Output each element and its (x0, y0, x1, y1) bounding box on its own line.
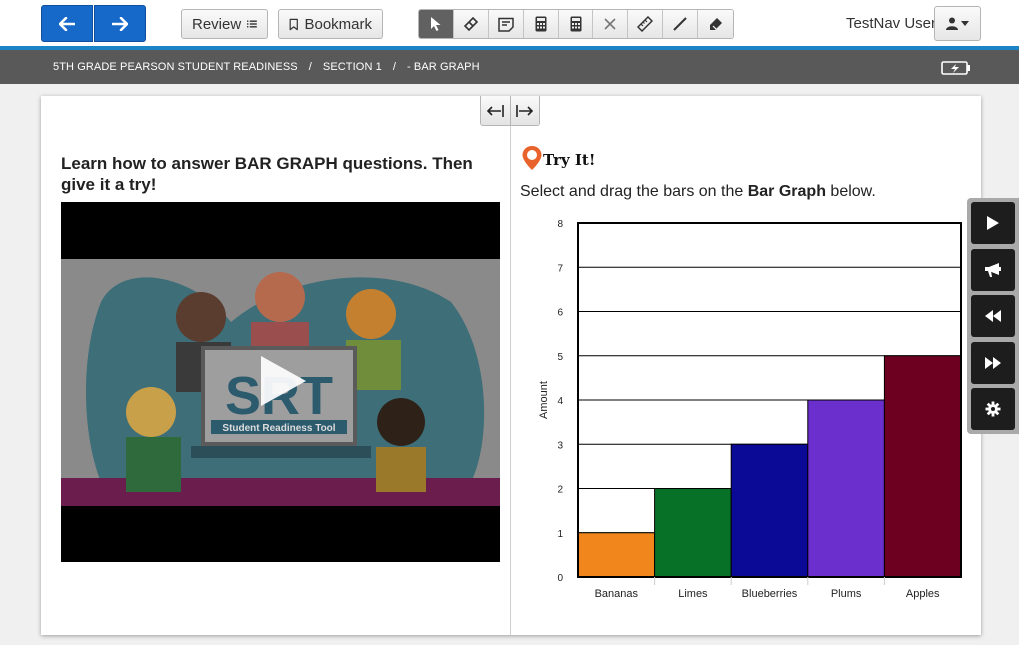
eraser-tool[interactable] (453, 10, 489, 38)
y-tick-label: 5 (557, 352, 563, 363)
settings-button[interactable] (971, 388, 1015, 430)
arrow-right-bar-icon (516, 104, 534, 117)
notepad-icon (497, 17, 514, 32)
calculator-icon (570, 16, 581, 32)
instructions-suffix: below. (825, 183, 876, 200)
video-logo-subtitle: Student Readiness Tool (222, 423, 335, 434)
bar-limes[interactable] (654, 488, 732, 578)
bookmark-button[interactable]: Bookmark (278, 9, 383, 39)
user-menu-button[interactable] (934, 6, 981, 41)
instructions-prefix: Select and drag the bars on the (520, 183, 748, 200)
bar-apples[interactable] (883, 355, 962, 578)
video-thumbnail: SRT Student Readiness Tool (61, 202, 500, 562)
instructions-bold: Bar Graph (747, 183, 826, 200)
breadcrumb-item-test: 5TH GRADE PEARSON STUDENT READINESS (53, 61, 298, 73)
megaphone-icon (985, 262, 1001, 277)
x-tick-label: Limes (678, 588, 708, 600)
breadcrumb-separator: / (308, 61, 312, 73)
review-button[interactable]: Review (181, 9, 268, 39)
y-tick-label: 2 (557, 485, 563, 496)
x-tick-label: Blueberries (742, 588, 798, 600)
fast-forward-icon (985, 356, 1001, 369)
scientific-calculator-tool[interactable] (558, 10, 594, 38)
tryit-title: Try It! (543, 151, 596, 169)
y-tick-label: 6 (557, 308, 563, 319)
tools-group (418, 9, 734, 39)
line-icon (673, 17, 687, 31)
x-tick-label: Apples (906, 588, 940, 600)
bookmark-label: Bookmark (304, 15, 372, 33)
ruler-tool[interactable] (628, 10, 664, 38)
breadcrumb: 5TH GRADE PEARSON STUDENT READINESS / SE… (53, 61, 480, 73)
highlighter-tool[interactable] (698, 10, 733, 38)
arrow-right-icon (112, 16, 128, 31)
breadcrumb-item-section: SECTION 1 (322, 61, 382, 73)
y-axis-label: Amount (538, 381, 550, 419)
review-label: Review (192, 15, 242, 33)
bar-bananas[interactable] (577, 532, 656, 578)
play-button[interactable] (971, 202, 1015, 244)
user-name: TestNav User (846, 15, 937, 32)
media-side-toolbar (967, 198, 1019, 434)
announce-button[interactable] (971, 248, 1015, 291)
bar-plums[interactable] (807, 399, 885, 578)
calculator-icon (535, 16, 547, 32)
battery-icon (941, 61, 970, 75)
panel-resize-controls (480, 96, 540, 126)
line-tool[interactable] (663, 10, 699, 38)
calculator-tool[interactable] (523, 10, 559, 38)
gear-icon (985, 401, 1001, 417)
y-tick-label: 3 (557, 440, 563, 451)
breadcrumb-bar: 5TH GRADE PEARSON STUDENT READINESS / SE… (0, 50, 1019, 84)
y-tick-label: 7 (557, 263, 563, 274)
bar-blueberries[interactable] (730, 443, 809, 578)
caret-down-icon (961, 21, 969, 26)
expand-right-button[interactable] (509, 96, 539, 125)
play-icon (987, 216, 999, 230)
user-icon (946, 17, 958, 30)
arrow-left-icon (59, 16, 75, 31)
arrow-left-bar-icon (487, 104, 505, 117)
rewind-icon (985, 310, 1001, 322)
top-toolbar: Review Bookmark TestNav User (0, 0, 1019, 46)
item-card: Learn how to answer BAR GRAPH questions.… (41, 96, 981, 635)
pointer-icon (430, 17, 441, 31)
rewind-button[interactable] (971, 295, 1015, 337)
y-tick-label: 1 (557, 529, 563, 540)
x-tick-label: Plums (831, 588, 862, 600)
eliminator-icon (604, 18, 616, 30)
panel-divider (510, 96, 511, 635)
next-button[interactable] (94, 5, 146, 42)
instructions-text: Select and drag the bars on the Bar Grap… (520, 183, 876, 201)
y-tick-label: 0 (557, 573, 563, 584)
answer-eliminator-tool[interactable] (593, 10, 629, 38)
breadcrumb-item-item: - BAR GRAPH (407, 61, 480, 73)
bookmark-icon (289, 18, 298, 30)
y-tick-label: 8 (557, 219, 563, 230)
breadcrumb-separator: / (392, 61, 397, 73)
y-tick-label: 4 (557, 396, 563, 407)
ruler-icon (637, 16, 654, 32)
expand-left-button[interactable] (481, 96, 510, 125)
fast-forward-button[interactable] (971, 341, 1015, 384)
pointer-tool[interactable] (419, 10, 454, 38)
highlighter-icon (710, 17, 723, 30)
list-icon (247, 20, 257, 28)
location-pin-icon (522, 146, 542, 170)
left-panel-heading: Learn how to answer BAR GRAPH questions.… (61, 154, 473, 194)
bar-graph: 0 1 2 3 4 5 6 7 8 Bananas Limes Blueberries Plums App… (538, 219, 962, 600)
x-tick-label: Bananas (595, 588, 639, 600)
previous-button[interactable] (41, 5, 93, 42)
eraser-icon (463, 16, 478, 32)
notepad-tool[interactable] (488, 10, 524, 38)
video-player[interactable]: SRT Student Readiness Tool (61, 202, 500, 562)
